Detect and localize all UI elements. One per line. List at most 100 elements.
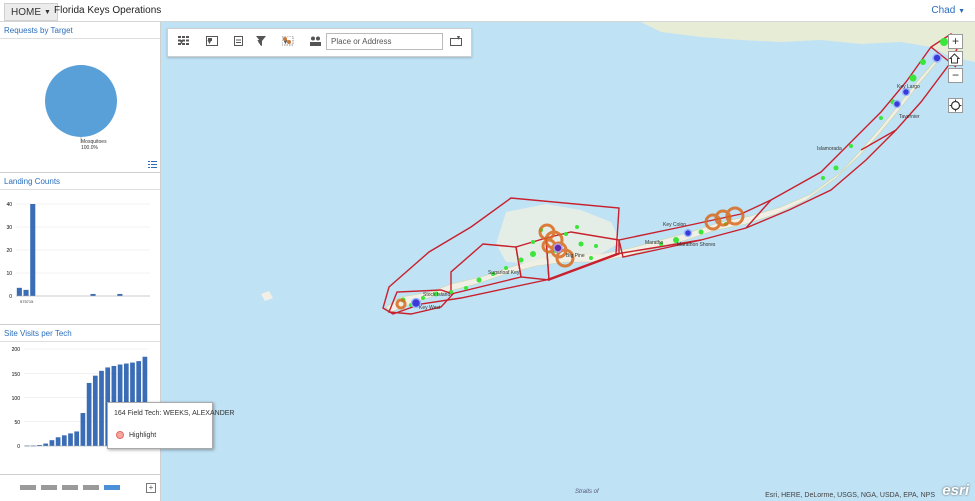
bar[interactable] [80,413,86,446]
bar[interactable] [86,382,92,446]
trap-marker[interactable] [530,251,536,257]
select-button[interactable]: ▼ [282,36,294,48]
divider [0,189,160,190]
chart-tab[interactable] [41,485,57,490]
site-marker[interactable] [553,243,563,253]
map-canvas: Islamorada Key Colon Maratho Marathon Sh… [261,22,975,495]
islet [261,291,273,301]
home-menu-button[interactable]: HOME ▼ [4,3,58,21]
search-input[interactable] [326,33,443,50]
trap-marker[interactable] [518,257,524,263]
locate-icon [949,99,962,112]
zoom-in-button[interactable]: + [948,34,963,49]
district-boundaries [382,33,962,315]
chart-tab-active[interactable] [104,485,120,490]
tooltip-title: 164 Field Tech: WEEKS, ALEXANDER [114,410,235,417]
bar[interactable] [74,431,80,446]
bar[interactable] [61,435,67,446]
trap-marker[interactable] [531,240,535,244]
site-marker[interactable] [892,99,902,109]
locate-button[interactable] [948,98,963,113]
trap-marker[interactable] [589,256,593,260]
trap-marker[interactable] [849,144,853,148]
bar[interactable] [55,437,61,446]
bar[interactable] [23,289,29,296]
highlight-icon [116,431,124,439]
panel-title[interactable]: Landing Counts [4,177,60,186]
chart-tab[interactable] [20,485,36,490]
trap-marker[interactable] [564,232,568,236]
home-icon [949,53,960,64]
water-label: Straits of [575,489,600,495]
place-label: Maratho [645,240,664,246]
bar[interactable] [92,375,98,446]
esri-logo: esri [942,482,969,499]
filter-button[interactable]: ▼ [256,36,266,48]
user-menu[interactable]: Chad ▼ [931,5,965,16]
place-label: Marathon Shores [677,242,716,248]
landing-counts-chart: 40 30 20 10 0 575715 [6,202,150,304]
x-note: 575715 [20,299,34,304]
landing-counts-panel: Landing Counts 40 30 20 10 0 575715 [0,173,160,325]
bar[interactable] [43,443,49,446]
filter-icon [256,36,266,46]
place-label: Key West [419,305,441,311]
bar[interactable] [90,293,96,296]
map-view[interactable]: Islamorada Key Colon Maratho Marathon Sh… [161,22,975,501]
chevron-down-icon: ▼ [44,8,51,16]
place-label: Sugarloaf Key [488,270,520,276]
keys-land [385,53,942,313]
list-icon[interactable] [148,160,157,169]
y-tick-label: 10 [6,271,12,277]
trap-marker[interactable] [879,116,883,120]
basemap-gallery-button[interactable]: ▼ [178,36,189,48]
highlight-label: Highlight [129,431,157,439]
bar-tooltip: 164 Field Tech: WEEKS, ALEXANDER Highlig… [107,402,234,449]
pie-slice-mosquitoes[interactable] [45,65,117,137]
layers-button[interactable]: ▼ [206,36,218,48]
zoom-out-button[interactable]: − [948,68,963,83]
y-tick-label: 200 [12,347,21,353]
bar[interactable] [68,433,73,446]
trap-marker[interactable] [821,176,825,180]
site-marker[interactable] [932,53,942,63]
site-visits-chart: 200 150 100 50 0 [12,347,148,450]
place-label: Tavernier [899,114,920,120]
y-tick-label: 30 [6,225,12,231]
trap-marker[interactable] [909,74,917,82]
trap-marker[interactable] [594,244,598,248]
place-label: Big Pine [566,253,585,259]
plus-icon: + [951,34,959,48]
trap-marker[interactable] [698,229,704,235]
bar[interactable] [16,287,22,296]
site-visits-panel: Site Visits per Tech 200 150 100 50 0 [0,325,160,475]
trap-marker[interactable] [476,277,482,283]
highlight-action[interactable]: Highlight [116,431,156,439]
trap-marker[interactable] [464,286,468,290]
pie-chart: Mosquitoes 100.0% [45,65,117,151]
trap-markers [400,38,948,307]
home-extent-button[interactable] [948,51,963,66]
trap-marker[interactable] [578,241,584,247]
trap-marker[interactable] [940,38,948,46]
panel-title[interactable]: Site Visits per Tech [4,329,72,338]
trap-marker[interactable] [575,225,579,229]
panel-title[interactable]: Requests by Target [4,26,73,35]
bar[interactable] [117,293,123,296]
home-label: HOME [11,6,41,18]
trap-marker[interactable] [920,59,926,65]
chart-tab[interactable] [62,485,78,490]
chart-tab-strip: + [0,477,160,501]
place-label: Key Largo [897,84,920,90]
top-bar: HOME ▼ Florida Keys Operations Chad ▼ [0,0,975,22]
add-chart-button[interactable]: + [146,483,156,493]
bar[interactable] [99,370,104,446]
bar[interactable] [49,440,55,446]
app-title: Florida Keys Operations [54,5,162,16]
chart-tab[interactable] [83,485,99,490]
trap-marker[interactable] [833,165,839,171]
divider [0,341,160,342]
bar[interactable] [30,204,36,296]
divider [0,38,160,39]
site-marker[interactable] [683,228,693,238]
